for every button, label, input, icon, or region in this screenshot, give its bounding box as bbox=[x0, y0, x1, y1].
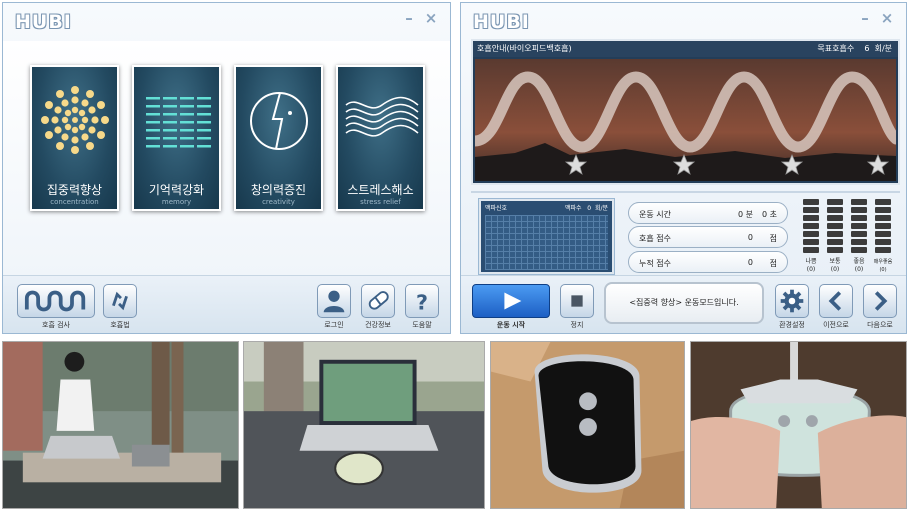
tile-memory[interactable]: 기억력강화 memory bbox=[132, 65, 221, 211]
pulse-signal-panel: 맥파신호 맥파수 0 회/분 bbox=[479, 199, 614, 274]
next-label: 다음으로 bbox=[867, 321, 893, 329]
person-icon bbox=[323, 290, 345, 313]
tile-subtitle: memory bbox=[161, 198, 192, 206]
left-bottom-bar: 호흡 검사 호흡법 로그인 건강정보 ? 도움말 bbox=[3, 275, 450, 333]
minimize-button[interactable]: – bbox=[857, 10, 873, 26]
stop-icon bbox=[571, 295, 583, 307]
login-button[interactable] bbox=[317, 284, 351, 318]
woman-using-device-photo bbox=[2, 341, 239, 509]
panel-divider bbox=[471, 191, 900, 193]
next-button[interactable] bbox=[863, 284, 897, 318]
previous-button[interactable] bbox=[819, 284, 853, 318]
tile-title: 집중력향상 bbox=[46, 183, 103, 197]
meter-normal bbox=[827, 199, 843, 255]
pulse-title: 맥파신호 bbox=[485, 205, 508, 212]
gear-icon bbox=[780, 289, 804, 313]
breath-method-button[interactable] bbox=[103, 284, 137, 318]
tile-subtitle: concentration bbox=[50, 198, 99, 206]
chevron-left-icon bbox=[828, 291, 842, 311]
guide-title: 호흡안내(바이오피드백호흡) bbox=[477, 44, 572, 53]
start-exercise-label: 운동 시작 bbox=[496, 321, 526, 329]
meter-label: 보통 (0) bbox=[829, 258, 841, 273]
exercise-window: HUBI – × 호흡안내(바이오피드백호흡) 목표호흡수 6 회/분 맥파신호… bbox=[460, 2, 907, 334]
pulse-graph bbox=[485, 215, 608, 270]
meter-label: 매우좋음 (0) bbox=[873, 259, 893, 273]
face-circle-icon bbox=[250, 92, 308, 150]
menu-tile-area: 집중력향상 concentration 기억력강화 memory 창의력증진 c… bbox=[3, 41, 450, 277]
chevron-right-icon bbox=[874, 291, 888, 311]
stop-label: 정지 bbox=[570, 321, 584, 329]
breath-method-label: 호흡법 bbox=[110, 321, 130, 329]
close-button[interactable]: × bbox=[879, 10, 895, 26]
hubi-logo: HUBI bbox=[473, 11, 530, 33]
guide-header: 호흡안내(바이오피드백호흡) 목표호흡수 6 회/분 bbox=[473, 41, 898, 57]
bars-grid-icon bbox=[146, 97, 211, 148]
svg-text:?: ? bbox=[416, 290, 428, 314]
tile-title: 창의력증진 bbox=[250, 183, 307, 197]
wave-icon bbox=[24, 290, 86, 312]
help-label: 도움말 bbox=[412, 321, 432, 329]
score-meters: 나쁨 (0) 보통 (0) 좋음 (0) 매우좋음 (0) bbox=[801, 199, 897, 275]
question-mark-icon: ? bbox=[416, 290, 428, 314]
help-button[interactable]: ? bbox=[405, 284, 439, 318]
pulse-rate: 맥파수 0 회/분 bbox=[564, 205, 608, 212]
minimize-button[interactable]: – bbox=[401, 10, 417, 26]
settings-button[interactable] bbox=[775, 284, 809, 318]
start-exercise-button[interactable] bbox=[472, 284, 550, 318]
tile-subtitle: stress relief bbox=[360, 198, 401, 206]
meter-label: 좋음 (0) bbox=[853, 258, 865, 273]
tile-title: 스트레스해소 bbox=[347, 183, 414, 197]
wave-lines-icon bbox=[345, 96, 419, 137]
pill-icon bbox=[368, 291, 389, 310]
stop-button[interactable] bbox=[560, 284, 594, 318]
hubi-logo: HUBI bbox=[15, 11, 72, 33]
main-menu-window: HUBI – × 집중력향상 concentration 기억력강화 memor… bbox=[2, 2, 451, 334]
goal-breath-rate: 목표호흡수 6 회/분 bbox=[817, 44, 892, 53]
meter-bad bbox=[803, 199, 819, 255]
device-closeup-photo bbox=[490, 341, 685, 509]
breath-score-field: 호흡 점수 0 점 bbox=[628, 226, 788, 248]
tile-creativity[interactable]: 창의력증진 creativity bbox=[234, 65, 323, 211]
health-info-button[interactable] bbox=[361, 284, 395, 318]
breath-test-label: 호흡 검사 bbox=[42, 321, 70, 329]
tile-stress-relief[interactable]: 스트레스해소 stress relief bbox=[336, 65, 425, 211]
exercise-time-field: 운동 시간 0 분 0 초 bbox=[628, 202, 788, 224]
breath-test-button[interactable] bbox=[17, 284, 95, 318]
right-bottom-bar: 운동 시작 정지 <집중력 향상> 운동모드입니다. 환경설정 이전으로 다음으… bbox=[461, 275, 906, 333]
dots-sunburst-icon bbox=[41, 86, 109, 154]
tile-title: 기억력강화 bbox=[148, 183, 205, 197]
meter-label: 나쁨 (0) bbox=[805, 258, 817, 273]
breathing-wave-scene bbox=[475, 59, 896, 181]
meter-good bbox=[851, 199, 867, 255]
laptop-with-device-photo bbox=[243, 341, 485, 509]
close-button[interactable]: × bbox=[423, 10, 439, 26]
tile-concentration[interactable]: 집중력향상 concentration bbox=[30, 65, 119, 211]
total-score-field: 누적 점수 0 점 bbox=[628, 251, 788, 273]
cycle-arrows-icon bbox=[112, 291, 128, 311]
play-icon bbox=[504, 292, 522, 310]
hands-holding-device-photo bbox=[690, 341, 907, 509]
breathing-guide-panel: 호흡안내(바이오피드백호흡) 목표호흡수 6 회/분 bbox=[471, 39, 900, 185]
tile-subtitle: creativity bbox=[262, 198, 295, 206]
meter-very-good bbox=[875, 199, 891, 255]
mode-message: <집중력 향상> 운동모드입니다. bbox=[604, 282, 764, 324]
